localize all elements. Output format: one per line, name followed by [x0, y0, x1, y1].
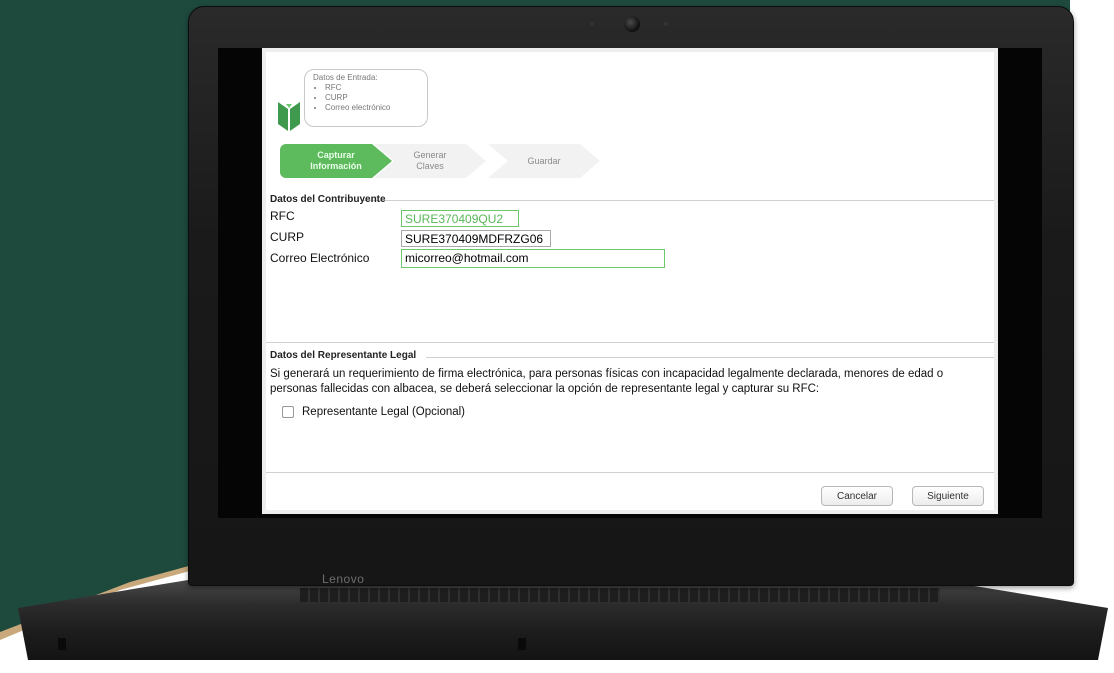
laptop-foot-left — [58, 638, 66, 650]
section-divider — [362, 200, 994, 201]
certifica-app-window: Datos de Entrada: RFC CURP Correo electr… — [266, 52, 994, 510]
laptop-keyboard — [300, 588, 940, 602]
datos-entrada-title: Datos de Entrada: — [313, 73, 378, 82]
step-guardar: Guardar — [488, 144, 600, 178]
laptop-screen: Datos de Entrada: RFC CURP Correo electr… — [262, 48, 998, 514]
representante-description: Si generará un requerimiento de firma el… — [270, 368, 944, 395]
next-button[interactable]: Siguiente — [912, 486, 984, 506]
cancel-button[interactable]: Cancelar — [821, 486, 893, 506]
laptop-foot-center — [518, 638, 526, 650]
step-label: Generar — [413, 150, 447, 160]
contribuyente-section-title: Datos del Contribuyente — [270, 194, 386, 205]
footer-divider — [266, 472, 994, 473]
section-divider — [426, 357, 994, 358]
datos-entrada-box: Datos de Entrada: RFC CURP Correo electr… — [304, 69, 428, 127]
curp-input[interactable]: SURE370409MDFRZG06 — [401, 230, 551, 247]
sat-shield-logo-icon — [278, 102, 300, 131]
representante-legal-checkbox[interactable] — [282, 406, 294, 418]
email-input[interactable]: micorreo@hotmail.com — [401, 249, 665, 268]
step-label: Capturar — [317, 150, 355, 160]
datos-entrada-item: RFC — [325, 83, 419, 93]
webcam-icon — [624, 16, 640, 32]
background-right-wall — [1070, 0, 1114, 600]
laptop-brand-label: Lenovo — [322, 572, 365, 586]
sensor-dot — [664, 22, 668, 26]
sensor-dot — [590, 22, 594, 26]
datos-entrada-item: Correo electrónico — [325, 103, 419, 113]
wizard-steps: Capturar Información Generar Claves Guarda… — [280, 144, 660, 178]
curp-label: CURP — [270, 230, 305, 244]
representante-legal-label: Representante Legal (Opcional) — [302, 406, 466, 418]
section-divider — [266, 342, 994, 343]
step-label: Claves — [416, 161, 444, 171]
representante-section-title: Datos del Representante Legal — [270, 350, 417, 361]
datos-entrada-item: CURP — [325, 93, 419, 103]
step-label: Información — [310, 161, 362, 171]
email-label: Correo Electrónico — [270, 251, 370, 265]
rfc-input[interactable]: SURE370409QU2 — [401, 210, 519, 227]
step-label: Guardar — [527, 155, 561, 166]
representante-legal-option[interactable]: Representante Legal (Opcional) — [282, 406, 465, 418]
step-capturar-informacion: Capturar Información — [280, 144, 392, 178]
rfc-label: RFC — [270, 209, 295, 223]
